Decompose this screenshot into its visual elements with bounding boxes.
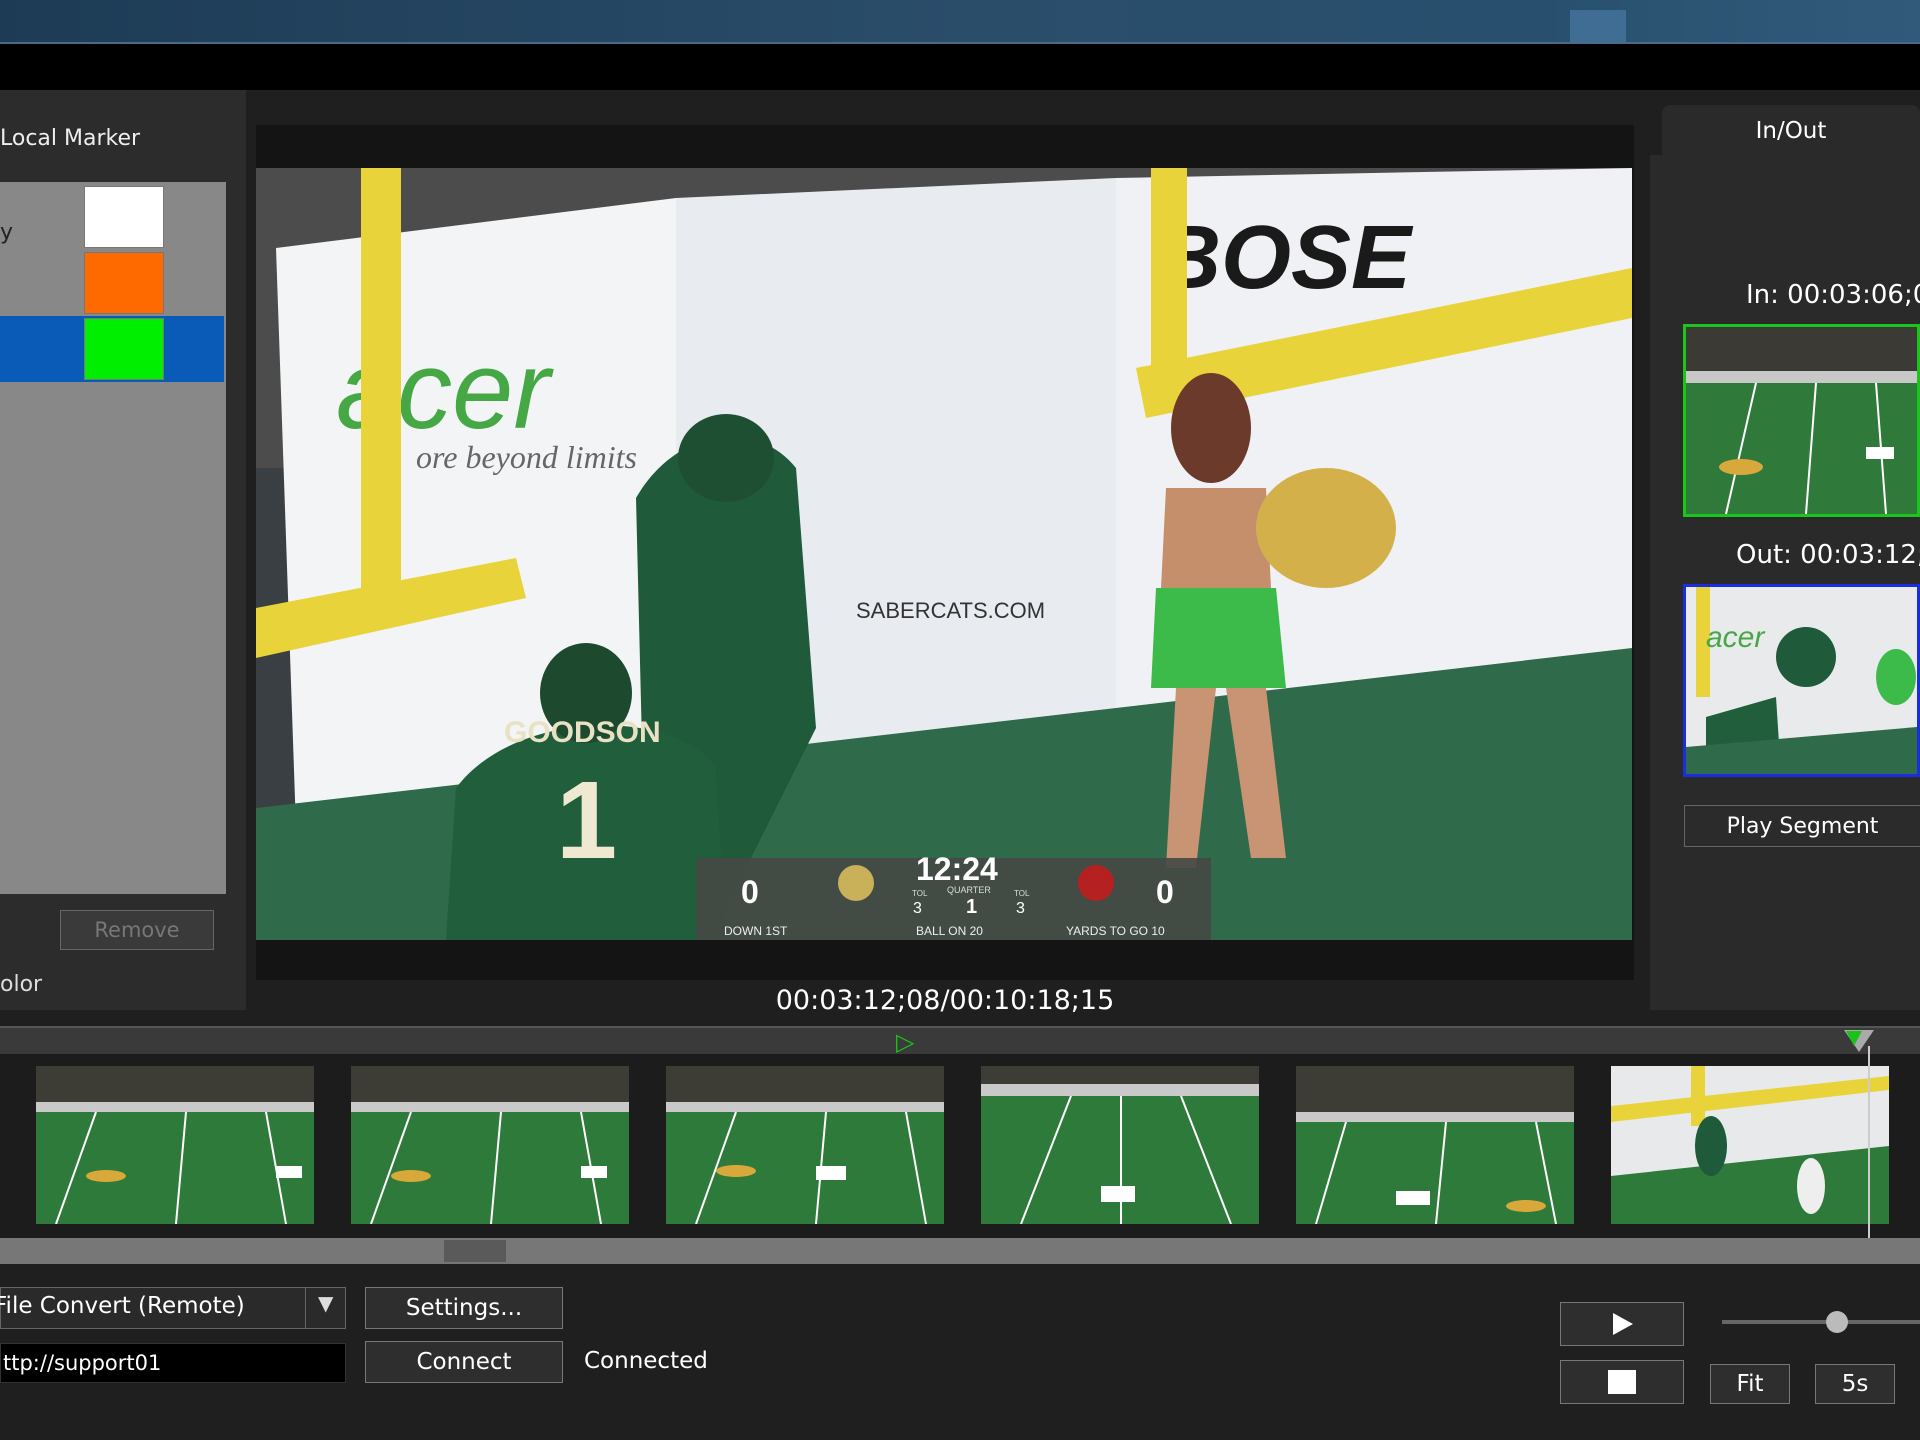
timecode-display: 00:03:12;08/00:10:18;15 [775,985,1115,1016]
frame-image [36,1066,314,1224]
out-thumbnail-image: acer [1686,587,1917,774]
game-clock: 12:24 [916,851,998,887]
zoom-slider-knob[interactable] [1826,1311,1848,1333]
out-point-thumbnail[interactable]: acer [1683,584,1920,777]
away-tol: 3 [1016,900,1025,917]
frame-image [351,1066,629,1224]
remove-button[interactable]: Remove [60,910,214,950]
marker-row[interactable]: y [0,182,224,248]
play-marker-icon[interactable]: ▷ [896,1028,914,1056]
marker-color-swatch[interactable] [84,252,164,314]
play-segment-button[interactable]: Play Segment [1684,805,1920,847]
timeline-ruler[interactable] [0,1026,1920,1056]
marker-list: y [0,182,226,894]
out-point-label: Out: 00:03:12; [1736,540,1920,570]
ball-on-text: BALL ON 20 [916,924,983,938]
video-frame[interactable]: acer ore beyond limits BOSE SABERCATS.CO… [256,168,1632,940]
in-point-label: In: 00:03:06;0 [1746,280,1920,310]
playhead-handle-icon[interactable] [1842,1028,1876,1054]
timeline-frame[interactable] [666,1066,944,1224]
settings-button[interactable]: Settings... [365,1287,563,1329]
play-button[interactable] [1560,1302,1684,1346]
desktop-tile [1570,10,1626,42]
home-team-logo [838,865,874,901]
timeline-frame[interactable] [36,1066,314,1224]
playhead-line[interactable] [1868,1046,1870,1238]
yards-to-go-text: YARDS TO GO 10 [1066,924,1165,938]
server-url-input[interactable] [0,1343,346,1383]
stop-icon [1608,1370,1636,1394]
away-score: 0 [1156,874,1174,910]
away-team-logo [1078,865,1114,901]
timeline-frame[interactable] [1296,1066,1574,1224]
home-tol-label: TOL [912,889,928,898]
home-tol: 3 [913,900,922,917]
convert-mode-value: File Convert (Remote) [0,1293,245,1319]
five-second-button[interactable]: 5s [1815,1364,1895,1404]
scrollbar-thumb[interactable] [444,1240,506,1262]
marker-color-swatch[interactable] [84,318,164,380]
in-thumbnail-image [1686,327,1917,514]
scoreboard: 0 12:24 QUARTER 1 TOL 3 TOL 3 0 DOWN 1ST… [696,851,1211,940]
connection-status: Connected [584,1348,708,1374]
play-icon [1613,1313,1633,1335]
jersey-number: 1 [556,759,617,882]
chevron-down-icon[interactable]: ▼ [318,1291,333,1315]
frame-image [1611,1066,1889,1224]
home-score: 0 [741,874,759,910]
acer-tagline: ore beyond limits [416,439,637,475]
marker-panel-title: Local Marker [0,126,141,151]
marker-color-swatch[interactable] [84,186,164,248]
title-bar [0,42,1920,92]
frame-image [666,1066,944,1224]
jersey-name: GOODSON [504,716,661,749]
marker-row[interactable] [0,250,224,314]
desktop-background [0,0,1920,42]
fit-button[interactable]: Fit [1710,1364,1790,1404]
in-point-thumbnail[interactable] [1683,324,1920,517]
away-tol-label: TOL [1014,889,1030,898]
quarter-number: 1 [966,896,977,918]
down-text: DOWN 1ST [724,924,788,938]
dropdown-separator [305,1288,306,1328]
video-scene: acer ore beyond limits BOSE SABERCATS.CO… [256,168,1632,940]
frame-image [1296,1066,1574,1224]
stop-button[interactable] [1560,1360,1684,1404]
quarter-label: QUARTER [947,885,991,895]
connect-button[interactable]: Connect [365,1341,563,1383]
bose-banner-text: BOSE [1156,208,1414,308]
timeline-frame[interactable] [351,1066,629,1224]
timeline-frame[interactable] [981,1066,1259,1224]
timeline-scrollbar[interactable] [0,1238,1920,1264]
marker-row-selected[interactable] [0,316,224,382]
tab-inout[interactable]: In/Out [1662,105,1920,157]
sabercats-banner-text: SABERCATS.COM [856,598,1045,623]
zoom-slider-track[interactable] [1722,1320,1920,1324]
timeline-frame[interactable] [1611,1066,1889,1224]
frame-image [981,1066,1259,1224]
svg-text:acer: acer [1706,621,1765,654]
marker-row-label: y [0,220,14,245]
